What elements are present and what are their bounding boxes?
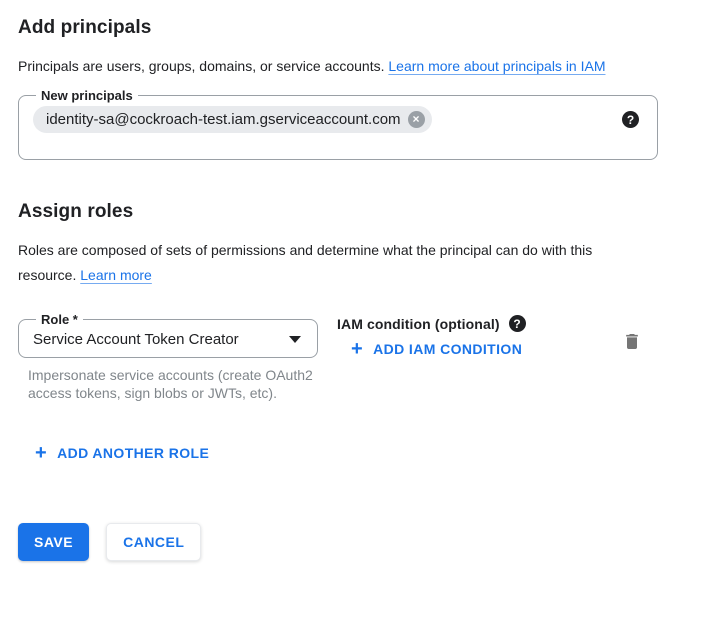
plus-icon: +	[351, 341, 363, 357]
role-helper-text: Impersonate service accounts (create OAu…	[28, 367, 320, 402]
dropdown-arrow-icon	[289, 336, 301, 343]
principal-chip[interactable]: identity-sa@cockroach-test.iam.gservicea…	[33, 106, 432, 133]
role-select-label: Role *	[36, 312, 83, 327]
delete-role-column	[622, 331, 642, 357]
iam-condition-label-row: IAM condition (optional) ?	[337, 315, 526, 332]
role-column: Role * Service Account Token Creator Imp…	[18, 312, 318, 402]
actions-row: SAVE CANCEL	[18, 523, 658, 561]
learn-more-roles-link[interactable]: Learn more	[80, 267, 152, 283]
trash-icon	[622, 331, 642, 352]
page-title: Add principals	[18, 17, 658, 39]
save-button[interactable]: SAVE	[18, 523, 89, 561]
new-principals-field[interactable]: New principals identity-sa@cockroach-tes…	[18, 88, 658, 160]
principals-description-text: Principals are users, groups, domains, o…	[18, 58, 385, 74]
roles-description: Roles are composed of sets of permission…	[18, 238, 618, 288]
add-principals-panel: Add principals Principals are users, gro…	[0, 0, 713, 629]
add-another-role-label: ADD ANOTHER ROLE	[57, 445, 209, 461]
iam-condition-column: IAM condition (optional) ? + ADD IAM COND…	[337, 312, 526, 360]
iam-condition-label: IAM condition (optional)	[337, 316, 500, 332]
chip-remove-icon[interactable]: ×	[408, 111, 425, 128]
principals-description: Principals are users, groups, domains, o…	[18, 54, 648, 79]
role-select[interactable]: Role * Service Account Token Creator	[18, 312, 318, 358]
new-principals-input-row: identity-sa@cockroach-test.iam.gservicea…	[33, 106, 643, 133]
role-select-value-row[interactable]: Service Account Token Creator	[33, 331, 303, 348]
role-row: Role * Service Account Token Creator Imp…	[18, 312, 658, 402]
add-another-role-button[interactable]: + ADD ANOTHER ROLE	[35, 445, 209, 461]
plus-icon: +	[35, 445, 47, 461]
new-principals-help-icon[interactable]: ?	[622, 111, 639, 128]
iam-condition-help-icon[interactable]: ?	[509, 315, 526, 332]
new-principals-label: New principals	[36, 88, 138, 103]
principal-chip-label: identity-sa@cockroach-test.iam.gservicea…	[46, 111, 401, 128]
assign-roles-title: Assign roles	[18, 201, 658, 223]
learn-more-principals-link[interactable]: Learn more about principals in IAM	[388, 58, 605, 74]
add-iam-condition-label: ADD IAM CONDITION	[373, 341, 522, 357]
add-iam-condition-button[interactable]: + ADD IAM CONDITION	[351, 341, 522, 357]
cancel-button[interactable]: CANCEL	[106, 523, 201, 561]
delete-role-button[interactable]	[622, 331, 642, 352]
role-select-value: Service Account Token Creator	[33, 331, 239, 348]
